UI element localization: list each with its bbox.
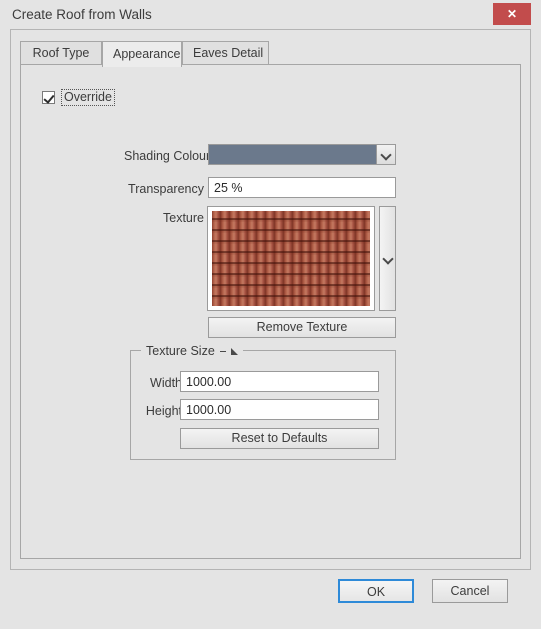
clay-roof-tile-texture	[212, 211, 370, 306]
transparency-input[interactable]	[208, 177, 396, 198]
cancel-button[interactable]: Cancel	[432, 579, 508, 603]
texture-preview[interactable]	[207, 206, 375, 311]
override-label[interactable]: Override	[61, 88, 115, 106]
tab-eaves-detail[interactable]: Eaves Detail	[182, 41, 269, 65]
title-bar: Create Roof from Walls ✕	[0, 0, 541, 31]
ok-button[interactable]: OK	[338, 579, 414, 603]
width-input[interactable]	[180, 371, 379, 392]
appearance-tab-panel	[20, 64, 521, 559]
width-label: Width	[150, 376, 182, 390]
shading-colour-combobox[interactable]	[208, 144, 396, 165]
tab-appearance[interactable]: Appearance	[102, 41, 182, 67]
shading-colour-swatch	[209, 145, 377, 164]
texture-label: Texture	[163, 211, 204, 225]
height-input[interactable]	[180, 399, 379, 420]
transparency-label: Transparency	[128, 182, 204, 196]
tab-strip: Roof Type Appearance Eaves Detail	[20, 41, 521, 67]
close-button[interactable]: ✕	[493, 3, 531, 25]
window-title: Create Roof from Walls	[12, 7, 152, 22]
override-row: Override	[42, 88, 115, 106]
link-dash-icon	[219, 351, 226, 352]
aspect-ratio-link-icon[interactable]	[230, 348, 238, 355]
reset-to-defaults-button[interactable]: Reset to Defaults	[180, 428, 379, 449]
height-label: Height	[145, 404, 182, 418]
chevron-down-icon[interactable]	[377, 145, 395, 164]
texture-dropdown-button[interactable]	[379, 206, 396, 311]
tab-roof-type[interactable]: Roof Type	[20, 41, 102, 65]
texture-size-legend: Texture Size	[141, 343, 243, 358]
override-checkbox[interactable]	[42, 90, 55, 104]
texture-size-legend-label: Texture Size	[146, 343, 215, 358]
shading-colour-label: Shading Colour	[124, 149, 211, 163]
remove-texture-button[interactable]: Remove Texture	[208, 317, 396, 338]
